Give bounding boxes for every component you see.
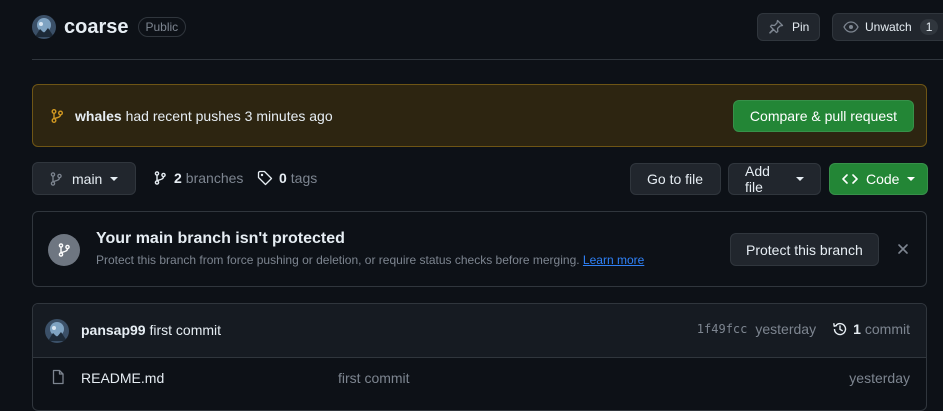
git-branch-icon: [152, 170, 168, 186]
protection-description: Protect this branch from force pushing o…: [96, 253, 644, 267]
protection-title: Your main branch isn't protected: [96, 230, 345, 247]
code-button[interactable]: Code: [829, 163, 928, 195]
pin-button[interactable]: Pin: [757, 13, 821, 41]
visibility-badge: Public: [137, 17, 187, 37]
commit-count-label[interactable]: commit: [865, 321, 910, 337]
chevron-down-icon: [907, 177, 916, 181]
branches-link[interactable]: 2 branches: [152, 170, 243, 186]
tags-link[interactable]: 0 tags: [257, 170, 317, 186]
branch-icon: [49, 108, 65, 124]
recent-push-banner: whales had recent pushes 3 minutes ago C…: [32, 84, 927, 147]
code-icon: [842, 171, 858, 187]
branch-protection-notice: Your main branch isn't protected Protect…: [32, 211, 927, 287]
chevron-down-icon: [796, 177, 804, 181]
latest-commit-row: pansap99 first commit 1f49fcc yesterday …: [33, 304, 926, 358]
protection-icon-badge: [48, 234, 80, 266]
go-to-file-button[interactable]: Go to file: [630, 163, 721, 195]
tags-count: 0: [279, 170, 287, 186]
recent-push-text: whales had recent pushes 3 minutes ago: [75, 108, 333, 124]
commit-count[interactable]: 1: [853, 321, 861, 337]
commit-time: yesterday: [755, 321, 817, 337]
git-branch-icon: [56, 242, 72, 258]
close-icon[interactable]: [896, 242, 910, 256]
tag-icon: [257, 170, 273, 186]
file-list: pansap99 first commit 1f49fcc yesterday …: [32, 303, 927, 411]
protect-branch-button[interactable]: Protect this branch: [730, 233, 879, 266]
repo-name[interactable]: coarse: [64, 16, 129, 39]
owner-avatar[interactable]: [32, 15, 56, 39]
committer-avatar[interactable]: [45, 319, 69, 343]
repo-header: coarse Public: [32, 12, 187, 42]
push-message: had recent pushes 3 minutes ago: [125, 107, 333, 124]
branches-label: branches: [185, 170, 244, 186]
file-commit-time: yesterday: [849, 370, 910, 386]
history-icon: [832, 321, 848, 337]
commit-meta: 1f49fcc yesterday 1 commit: [697, 321, 910, 337]
header-divider: [32, 59, 943, 60]
protection-description-text: Protect this branch from force pushing o…: [96, 253, 580, 267]
branches-count: 2: [174, 170, 182, 186]
tags-label: tags: [290, 170, 318, 186]
eye-icon: [843, 19, 859, 35]
file-name[interactable]: README.md: [81, 370, 164, 386]
pin-icon: [768, 19, 784, 35]
unwatch-label: Unwatch: [865, 20, 912, 34]
latest-commit-summary: pansap99 first commit: [81, 322, 221, 338]
chevron-down-icon: [110, 176, 119, 181]
current-branch: main: [72, 170, 103, 187]
pushed-branch-name[interactable]: whales: [75, 108, 122, 124]
commit-author[interactable]: pansap99: [81, 322, 146, 338]
compare-pull-request-button[interactable]: Compare & pull request: [732, 99, 914, 132]
branch-selector[interactable]: main: [32, 162, 136, 195]
git-branch-icon: [48, 171, 64, 187]
add-file-label: Add file: [745, 163, 770, 195]
unwatch-button[interactable]: Unwatch 1: [832, 13, 943, 41]
commit-sha[interactable]: 1f49fcc: [697, 322, 748, 336]
learn-more-link[interactable]: Learn more: [583, 253, 644, 267]
file-commit-message[interactable]: first commit: [338, 370, 410, 386]
watchers-count: 1: [919, 19, 939, 35]
pin-label: Pin: [792, 20, 810, 34]
commit-message[interactable]: first commit: [149, 322, 221, 338]
code-label: Code: [866, 171, 900, 187]
add-file-button[interactable]: Add file: [728, 163, 821, 195]
file-icon: [50, 369, 66, 385]
file-row[interactable]: README.md first commit yesterday: [33, 358, 926, 402]
